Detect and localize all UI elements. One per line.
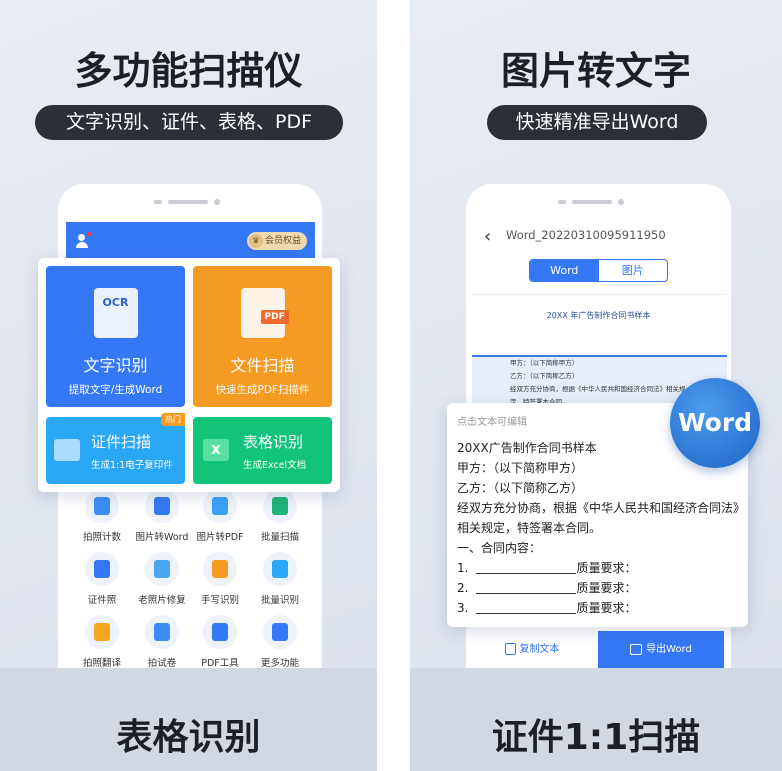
grid-item[interactable]: 证件照: [72, 552, 132, 606]
grid-item[interactable]: 批量扫描: [250, 489, 310, 543]
user-icon[interactable]: [76, 232, 91, 248]
feature-card: OCR 文字识别 提取文字/生成Word PDF 文件扫描 快速生成PDF扫描件…: [38, 258, 340, 492]
image-pdf-icon: [203, 489, 237, 523]
tile-file-scan[interactable]: PDF 文件扫描 快速生成PDF扫描件: [193, 266, 332, 407]
doc-title: 20XX 年广告制作合同书样本: [546, 311, 651, 320]
back-icon[interactable]: ‹: [484, 226, 491, 247]
right-title: 图片转文字: [500, 49, 691, 93]
left-bottom-title: 表格识别: [116, 717, 261, 758]
grid-item[interactable]: 手写识别: [190, 552, 250, 606]
vip-button[interactable]: ♛ 会员权益: [246, 232, 307, 250]
export-word-button[interactable]: 导出Word: [598, 631, 724, 668]
tile-id-scan[interactable]: 热门 证件扫描 生成1:1电子复印件: [46, 413, 185, 484]
export-icon: [630, 643, 643, 655]
left-title: 多功能扫描仪: [74, 49, 303, 93]
tile-table-ocr[interactable]: X 表格识别 生成Excel文档: [193, 417, 332, 484]
list-item: 3. 质量要求：: [457, 601, 637, 615]
right-subtitle: 快速精准导出Word: [487, 105, 707, 140]
pdf-scan-icon: PDF: [240, 288, 289, 338]
left-panel: 多功能扫描仪 文字识别、证件、表格、PDF ♛ 会员权益 拍照计数 图片转Word…: [0, 0, 377, 771]
batch-scan-icon: [263, 489, 297, 523]
exam-paper-icon: [145, 615, 179, 649]
grid-item[interactable]: 拍照翻译: [72, 615, 132, 669]
handwriting-icon: [203, 552, 237, 586]
excel-icon: X: [203, 439, 229, 461]
list-item: 1. 质量要求：: [457, 561, 637, 575]
grid-item[interactable]: 图片转Word: [132, 489, 192, 543]
grid-item[interactable]: 批量识别: [250, 552, 310, 606]
grid-item[interactable]: 拍照计数: [72, 489, 132, 543]
translate-icon: [85, 615, 119, 649]
hot-badge: 热门: [161, 413, 185, 426]
tile-text-ocr[interactable]: OCR 文字识别 提取文字/生成Word: [46, 266, 185, 407]
left-subtitle: 文字识别、证件、表格、PDF: [35, 105, 343, 140]
grid-item[interactable]: 更多功能: [250, 615, 310, 669]
id-card-icon: [54, 439, 80, 461]
view-tabs: Word 图片: [529, 259, 668, 282]
word-badge: Word: [670, 378, 760, 468]
batch-recognize-icon: [263, 552, 297, 586]
right-bottom-title: 证件1:1扫描: [491, 717, 701, 758]
tab-word[interactable]: Word: [530, 260, 599, 281]
camera-count-icon: [85, 489, 119, 523]
right-panel: 图片转文字 快速精准导出Word ‹ Word_2022031009591195…: [410, 0, 782, 771]
grid-item[interactable]: 图片转PDF: [190, 489, 250, 543]
app-header: ♛ 会员权益: [66, 222, 315, 262]
copy-icon: [504, 643, 516, 655]
crown-icon: ♛: [248, 234, 263, 248]
grid-item[interactable]: 老照片修复: [132, 552, 192, 606]
word-doc-icon: [145, 489, 179, 523]
ocr-hand-icon: OCR: [93, 288, 138, 338]
copy-text-button[interactable]: 复制文本: [466, 631, 598, 668]
list-item: 2. 质量要求：: [457, 581, 637, 595]
tab-image[interactable]: 图片: [599, 260, 668, 281]
photo-restore-icon: [145, 552, 179, 586]
file-name: Word_20220310095911950: [506, 228, 666, 242]
grid-item[interactable]: 拍试卷: [132, 615, 192, 669]
id-photo-icon: [85, 552, 119, 586]
grid-icon: [263, 615, 297, 649]
toolbox-icon: [203, 615, 237, 649]
grid-item[interactable]: PDF工具: [190, 615, 250, 669]
